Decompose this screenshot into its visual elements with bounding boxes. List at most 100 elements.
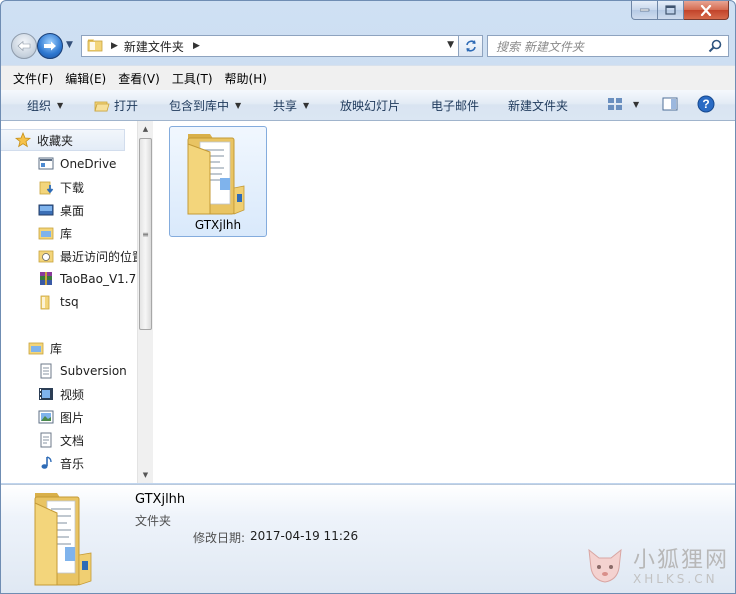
download-folder-icon bbox=[38, 179, 54, 195]
nav-item-label: 最近访问的位置 bbox=[60, 249, 137, 264]
nav-libraries-label: 库 bbox=[50, 341, 63, 356]
forward-button[interactable] bbox=[37, 33, 63, 59]
nav-item-tsq[interactable]: tsq bbox=[38, 291, 79, 313]
nav-item-label: TaoBao_V1.7 bbox=[60, 272, 137, 286]
watermark-text: 小狐狸网 XHLKS.CN bbox=[633, 542, 729, 586]
preview-pane-icon bbox=[662, 97, 678, 111]
nav-item-label: OneDrive bbox=[60, 157, 117, 171]
scroll-up-icon[interactable]: ▲ bbox=[138, 121, 153, 137]
main-area: 收藏夹 OneDrive 下载 桌面 库 最近访问的位置 TaoBao_V1.7… bbox=[1, 121, 735, 483]
recent-places-icon bbox=[38, 248, 54, 264]
slideshow-button[interactable]: 放映幻灯片 bbox=[340, 97, 400, 114]
breadcrumb-chevron-icon[interactable]: ▶ bbox=[111, 41, 118, 51]
email-label: 电子邮件 bbox=[431, 99, 480, 113]
search-icon[interactable] bbox=[708, 39, 722, 56]
star-icon bbox=[15, 132, 31, 148]
email-button[interactable]: 电子邮件 bbox=[431, 97, 479, 114]
search-input[interactable]: 搜索 新建文件夹 bbox=[487, 35, 729, 57]
close-button[interactable] bbox=[684, 1, 729, 20]
folder-item[interactable]: GTXjlhh bbox=[169, 126, 267, 237]
nav-item-label: 下载 bbox=[60, 180, 85, 195]
new-folder-button[interactable]: 新建文件夹 bbox=[508, 97, 568, 114]
nav-item-subversion[interactable]: Subversion bbox=[38, 360, 127, 382]
arrow-right-icon bbox=[44, 41, 56, 51]
breadcrumb-chevron-icon[interactable]: ▶ bbox=[193, 41, 200, 51]
caption-buttons bbox=[631, 1, 729, 20]
include-in-library-button[interactable]: 包含到库中 ▼ bbox=[169, 97, 241, 114]
watermark: 小狐狸网 XHLKS.CN bbox=[583, 542, 729, 586]
archive-icon bbox=[38, 271, 54, 287]
share-button[interactable]: 共享 ▼ bbox=[273, 97, 309, 114]
minimize-button[interactable] bbox=[631, 1, 658, 20]
library-icon bbox=[38, 225, 54, 241]
nav-item-pictures[interactable]: 图片 bbox=[38, 406, 84, 428]
nav-libraries[interactable]: 库 bbox=[28, 337, 62, 359]
minimize-icon bbox=[639, 8, 649, 12]
breadcrumb-current[interactable]: 新建文件夹 bbox=[124, 38, 184, 55]
document-library-icon bbox=[38, 363, 54, 379]
help-icon: ? bbox=[697, 95, 715, 113]
organize-button[interactable]: 组织 ▼ bbox=[27, 97, 63, 114]
share-label: 共享 bbox=[273, 99, 298, 113]
recent-pages-dropdown[interactable]: ▼ bbox=[66, 40, 73, 50]
menu-edit[interactable]: 编辑(E) bbox=[65, 70, 106, 87]
watermark-cn: 小狐狸网 bbox=[632, 548, 729, 573]
nav-favorites-label: 收藏夹 bbox=[37, 133, 74, 148]
refresh-button[interactable] bbox=[459, 35, 483, 57]
scroll-thumb[interactable]: ≡ bbox=[139, 138, 152, 330]
document-icon bbox=[38, 432, 54, 448]
folder-icon bbox=[38, 294, 54, 310]
nav-item-desktop[interactable]: 桌面 bbox=[38, 199, 84, 221]
back-button[interactable] bbox=[11, 33, 37, 59]
details-date-label: 修改日期: bbox=[193, 531, 246, 545]
details-pane: GTXjlhh 文件夹 修改日期: 2017-04-19 11:26 小狐狸网 … bbox=[1, 484, 735, 593]
menu-bar: 文件(F) 编辑(E) 查看(V) 工具(T) 帮助(H) bbox=[1, 65, 735, 90]
preview-pane-button[interactable] bbox=[662, 96, 678, 112]
nav-item-recent[interactable]: 最近访问的位置 bbox=[38, 245, 137, 267]
nav-item-onedrive[interactable]: OneDrive bbox=[38, 153, 116, 175]
open-button[interactable]: 打开 bbox=[94, 97, 138, 114]
file-list[interactable]: GTXjlhh bbox=[154, 121, 735, 483]
details-type: 文件夹 bbox=[135, 514, 172, 528]
nav-item-library[interactable]: 库 bbox=[38, 222, 72, 244]
menu-help[interactable]: 帮助(H) bbox=[225, 70, 267, 87]
nav-item-label: 桌面 bbox=[60, 203, 85, 218]
organize-label: 组织 bbox=[27, 99, 52, 113]
menu-tools[interactable]: 工具(T) bbox=[172, 70, 213, 87]
video-icon bbox=[38, 386, 54, 402]
new-folder-label: 新建文件夹 bbox=[508, 99, 569, 113]
watermark-en: XHLKS.CN bbox=[632, 572, 718, 586]
chevron-down-icon: ▼ bbox=[633, 99, 640, 109]
search-placeholder: 搜索 新建文件夹 bbox=[496, 39, 584, 54]
scroll-down-icon[interactable]: ▼ bbox=[138, 467, 153, 483]
menu-file[interactable]: 文件(F) bbox=[13, 70, 53, 87]
address-dropdown-icon[interactable]: ▼ bbox=[447, 40, 454, 50]
change-view-button[interactable]: ▼ bbox=[607, 96, 639, 112]
menu-view[interactable]: 查看(V) bbox=[118, 70, 160, 87]
help-button[interactable]: ? bbox=[697, 95, 715, 113]
navigation-pane: 收藏夹 OneDrive 下载 桌面 库 最近访问的位置 TaoBao_V1.7… bbox=[1, 121, 137, 483]
close-icon bbox=[700, 4, 712, 16]
nav-item-downloads[interactable]: 下载 bbox=[38, 176, 84, 198]
nav-item-label: 视频 bbox=[60, 387, 85, 402]
svg-text:?: ? bbox=[702, 97, 709, 111]
address-bar[interactable]: ▶ 新建文件夹 ▶ ▼ bbox=[81, 35, 459, 57]
details-date-value: 2017-04-19 11:26 bbox=[250, 529, 359, 543]
nav-item-music[interactable]: 音乐 bbox=[38, 452, 84, 474]
maximize-button[interactable] bbox=[658, 1, 684, 20]
nav-favorites[interactable]: 收藏夹 bbox=[1, 129, 125, 151]
nav-item-videos[interactable]: 视频 bbox=[38, 383, 84, 405]
library-icon bbox=[28, 340, 44, 356]
large-folder-icon bbox=[187, 134, 245, 215]
nav-scrollbar[interactable]: ▲ ≡ ▼ bbox=[137, 121, 153, 483]
onedrive-icon bbox=[38, 156, 54, 172]
explorer-window: ▼ ▶ 新建文件夹 ▶ ▼ 搜索 新建文件夹 文件(F) 编辑(E) 查看(V)… bbox=[0, 0, 736, 594]
open-label: 打开 bbox=[114, 99, 139, 113]
nav-item-taobao[interactable]: TaoBao_V1.7 bbox=[38, 268, 136, 290]
nav-item-label: 音乐 bbox=[60, 456, 85, 471]
nav-item-label: Subversion bbox=[60, 364, 127, 378]
picture-icon bbox=[38, 409, 54, 425]
nav-item-documents[interactable]: 文档 bbox=[38, 429, 84, 451]
open-folder-icon bbox=[94, 101, 110, 111]
folder-item-label: GTXjlhh bbox=[194, 218, 242, 232]
